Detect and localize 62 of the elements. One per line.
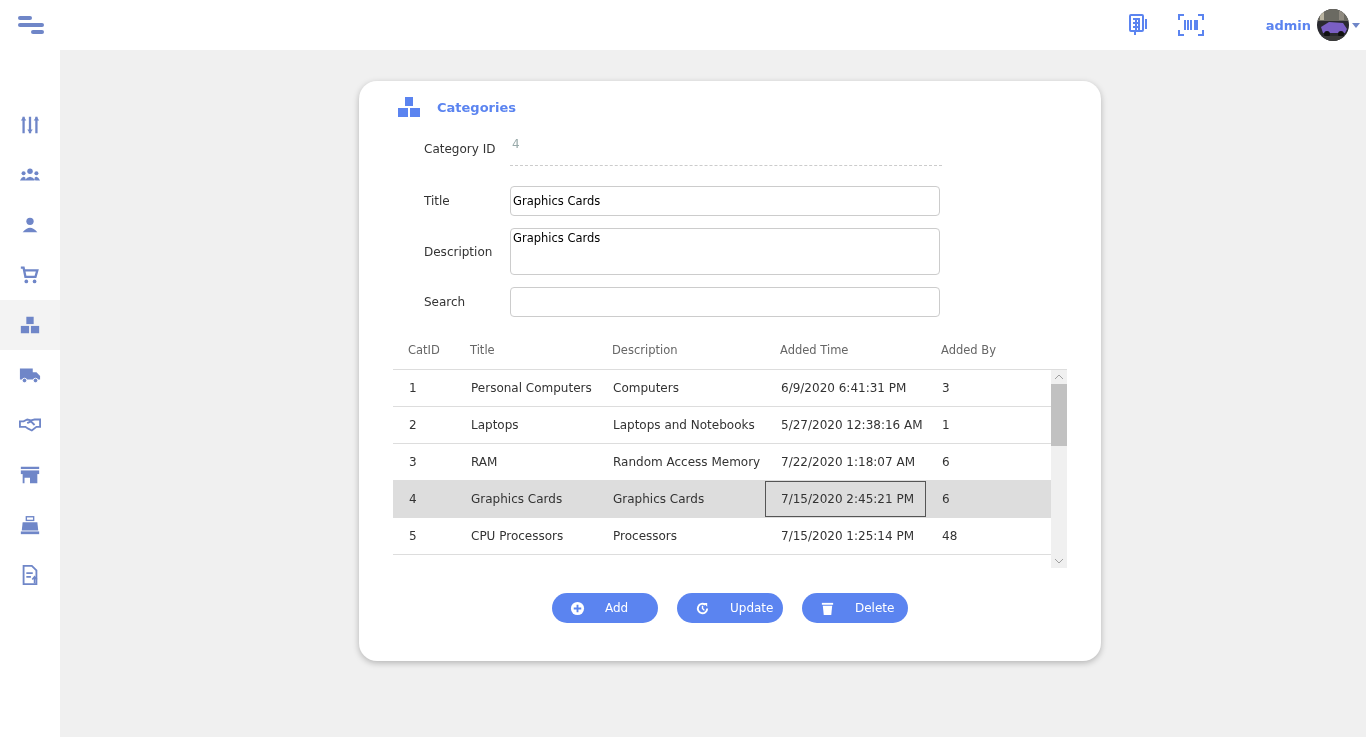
field-label: Category ID <box>424 141 497 156</box>
table-cell-text: 1 <box>408 380 418 397</box>
table-cell-text: Personal Computers <box>470 380 593 397</box>
table-cell-text: 7/15/2020 1:25:14 PM <box>780 528 915 545</box>
plus-circle-icon <box>570 600 585 616</box>
table-cell-text: Computers <box>612 380 680 397</box>
table-cell-text: 7/22/2020 1:18:07 AM <box>780 454 916 471</box>
table-cell-text: 6 <box>941 491 951 508</box>
column-header[interactable]: Title <box>455 343 597 357</box>
table-cell-text: Graphics Cards <box>470 491 564 508</box>
table-row[interactable]: 2 Laptops Laptops and Notebooks 5/27/2020 12:38:16 AM 1 <box>393 407 1051 444</box>
table-row[interactable]: 1 Personal Computers Computers 6/9/2020 6:41:31 PM 3 <box>393 370 1051 407</box>
table-cell-text: Laptops <box>470 417 520 434</box>
table-cell-text: Processors <box>612 528 679 545</box>
scrollbar[interactable] <box>1051 370 1067 568</box>
store-icon[interactable] <box>19 464 41 486</box>
column-header[interactable]: Added By <box>926 343 1051 357</box>
cart-icon[interactable] <box>19 264 41 286</box>
user-name[interactable]: admin <box>1265 17 1311 33</box>
delete-button[interactable]: Delete <box>802 593 908 623</box>
boxes-icon <box>397 95 421 119</box>
trash-icon <box>820 600 835 616</box>
description-field[interactable]: Graphics Cards <box>510 228 940 275</box>
table-cell-text: RAM <box>470 454 499 471</box>
table-cell-text: Graphics Cards <box>612 491 706 508</box>
menu-icon[interactable] <box>18 16 44 34</box>
category-id-field: 4 <box>510 131 942 166</box>
sliders-icon[interactable] <box>19 114 41 136</box>
card-title: Categories <box>437 99 516 115</box>
table-cell-text: 3 <box>408 454 418 471</box>
barcode-icon[interactable] <box>1177 14 1204 36</box>
column-header[interactable]: CatID <box>393 343 455 357</box>
calculator-icon[interactable] <box>1127 14 1148 36</box>
refresh-icon <box>695 600 710 616</box>
table-row[interactable]: 5 CPU Processors Processors 7/15/2020 1:25:14 PM 48 <box>393 518 1051 555</box>
table-cell-text: 5 <box>408 528 418 545</box>
table-cell-text: 3 <box>941 380 951 397</box>
field-label: Description <box>424 244 494 259</box>
column-header[interactable]: Added Time <box>765 343 926 357</box>
table-cell-text: CPU Processors <box>470 528 565 545</box>
field-label: Search <box>424 295 467 309</box>
input-field[interactable] <box>510 287 940 317</box>
table-cell-text: 48 <box>941 528 959 545</box>
table-cell-text: 5/27/2020 12:38:16 AM <box>780 417 924 434</box>
caret-icon[interactable] <box>1352 22 1360 28</box>
table-cell-text: Random Access Memory <box>612 454 762 471</box>
table-cell-text: Laptops and Notebooks <box>612 417 756 434</box>
add-button[interactable]: Add <box>552 593 658 623</box>
update-button[interactable]: Update <box>677 593 783 623</box>
table-cell-text: 2 <box>408 417 418 434</box>
table-cell-text: 1 <box>941 417 951 434</box>
table-cell-text: 4 <box>408 491 418 508</box>
table-cell-text: 6/9/2020 6:41:31 PM <box>780 380 908 397</box>
selected-row[interactable]: 4 Graphics Cards Graphics Cards 7/15/2020 2:45:21 PM 6 <box>393 481 1051 518</box>
table-cell: 7/15/2020 2:45:21 PM <box>765 481 926 517</box>
sidebar-item[interactable] <box>0 300 60 350</box>
table-cell-text: 6 <box>941 454 951 471</box>
column-header[interactable]: Description <box>597 343 765 357</box>
register-icon[interactable] <box>19 514 41 536</box>
boxes-icon[interactable] <box>19 314 41 336</box>
input-field[interactable]: Graphics Cards <box>510 186 940 216</box>
field-label: Title <box>424 194 451 208</box>
